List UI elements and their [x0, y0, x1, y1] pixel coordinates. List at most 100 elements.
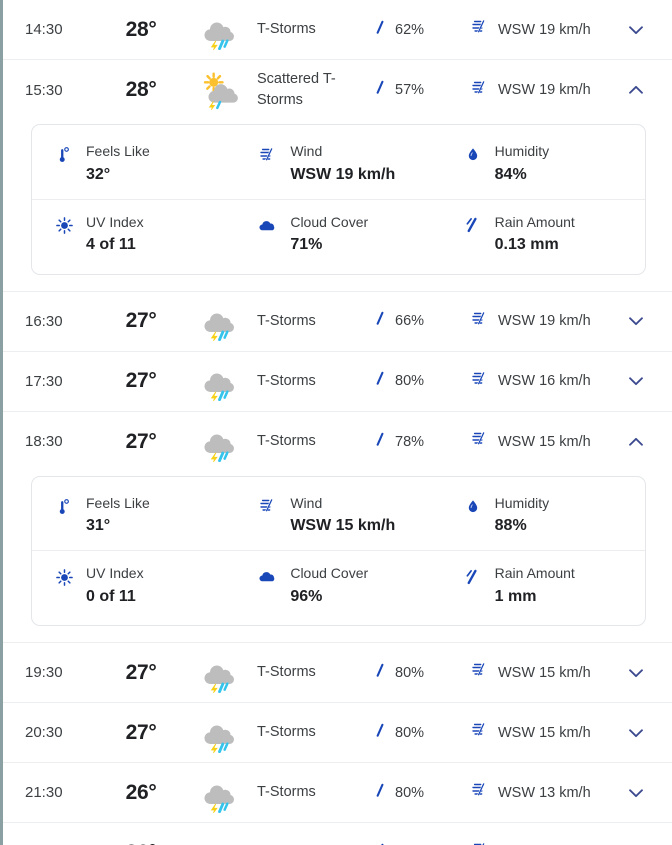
hour-precipitation: 80% [359, 782, 461, 804]
wind-icon [471, 721, 490, 744]
hour-temperature: 28° [125, 17, 157, 41]
tstorms-icon [187, 773, 249, 813]
chevron-down-icon[interactable] [612, 722, 660, 744]
wind-icon [471, 430, 490, 453]
precip-value: 80% [395, 784, 425, 801]
wind-icon [471, 310, 490, 333]
chevron-down-icon[interactable] [612, 782, 660, 804]
detail-rain_amount: Rain Amount 0.13 mm [441, 200, 645, 270]
detail-label: Cloud Cover [290, 565, 369, 582]
hour-wind: WSW 15 km/h [461, 430, 612, 453]
precip-value: 78% [395, 433, 425, 450]
tstorms-icon [187, 833, 249, 845]
tstorms-icon [187, 10, 249, 50]
forecast-hour-row[interactable]: 22:3026°T-Storms85%SW 14 km/h [3, 823, 672, 845]
wind-value: WSW 15 km/h [498, 724, 591, 741]
detail-wind: Wind WSW 15 km/h [236, 481, 440, 551]
chevron-up-icon[interactable] [612, 79, 660, 101]
chevron-down-icon[interactable] [612, 662, 660, 684]
rain-amount-icon [463, 567, 483, 587]
wind-value: WSW 19 km/h [498, 82, 591, 98]
hour-condition: T-Storms [257, 20, 316, 37]
wind-value: WSW 15 km/h [498, 664, 591, 681]
hour-time: 15:30 [25, 81, 63, 99]
cloud-cover-icon [258, 567, 278, 587]
forecast-hour-row[interactable]: 14:30 28° T-Storms 62% WSW 19 km/h [3, 0, 672, 60]
forecast-hour-row[interactable]: 20:30 27° T-Storms 80% WSW 15 km/h [3, 703, 672, 764]
forecast-hour-row[interactable]: 18:30 27° T-Storms 78% WSW 15 km/h [3, 411, 672, 472]
cloud-cover-icon [258, 216, 278, 236]
detail-label: Wind [290, 143, 323, 159]
detail-value: 84% [494, 165, 527, 183]
wind-icon [471, 841, 490, 845]
forecast-hour-row[interactable]: 19:30 27° T-Storms 80% WSW 15 km/h [3, 643, 672, 704]
precip-drop-icon [373, 782, 389, 804]
hour-time: 21:30 [25, 784, 63, 802]
detail-cloud_cover: Cloud Cover 71% [236, 200, 440, 270]
detail-value: 88% [494, 517, 527, 535]
chevron-down-icon[interactable] [612, 310, 660, 332]
chevron-down-icon[interactable] [612, 19, 660, 41]
hour-wind: WSW 15 km/h [461, 661, 612, 684]
wind-icon [258, 497, 278, 517]
detail-value: WSW 15 km/h [290, 517, 396, 535]
wind-value: WSW 19 km/h [498, 313, 591, 330]
detail-rain_amount: Rain Amount 1 mm [441, 551, 645, 621]
hour-wind: WSW 19 km/h [461, 310, 612, 333]
detail-value: 96% [290, 587, 323, 605]
hour-temperature: 26° [125, 780, 157, 804]
chevron-up-icon[interactable] [612, 431, 660, 453]
forecast-hour-row[interactable]: 17:30 27° T-Storms 80% WSW 16 km/h [3, 351, 672, 412]
hour-temperature: 27° [125, 720, 157, 744]
hour-time: 16:30 [25, 312, 63, 330]
thermometer-icon [54, 497, 74, 517]
hour-temperature: 26° [95, 841, 187, 845]
hour-wind: WSW 16 km/h [461, 370, 612, 393]
hour-precipitation: 85% [359, 842, 461, 845]
hour-temperature: 27° [125, 429, 157, 453]
hour-time: 19:30 [25, 664, 63, 682]
detail-card: Feels Like 32° Wind WSW 19 km/h Humidity 84% U… [31, 124, 646, 275]
wind-icon [471, 781, 490, 804]
tstorms-icon [187, 422, 249, 462]
detail-row-bottom: UV Index 0 of 11 Cloud Cover 96% Rain Amount… [32, 551, 645, 621]
hour-temperature: 27° [125, 660, 157, 684]
hour-time: 20:30 [25, 724, 63, 742]
uv-sun-icon [54, 216, 74, 236]
detail-feels_like: Feels Like 32° [32, 129, 236, 199]
hour-time: 18:30 [25, 433, 63, 451]
hour-precipitation: 80% [359, 662, 461, 684]
tstorms-icon [187, 713, 249, 753]
rain-amount-icon [463, 216, 483, 236]
detail-value: 32° [86, 165, 111, 183]
precip-value: 57% [395, 82, 425, 98]
hour-precipitation: 78% [359, 431, 461, 453]
forecast-hour-row[interactable]: 16:30 27° T-Storms 66% WSW 19 km/h [3, 291, 672, 352]
hour-condition: T-Storms [257, 784, 316, 801]
wind-icon [471, 370, 490, 393]
forecast-hour-row[interactable]: 21:30 26° T-Storms 80% WSW 13 km/h [3, 763, 672, 824]
precip-drop-icon [373, 370, 389, 392]
detail-card: Feels Like 31° Wind WSW 15 km/h Humidity 88% U… [31, 475, 646, 627]
hour-wind: WSW 13 km/h [461, 781, 612, 804]
detail-cloud_cover: Cloud Cover 96% [236, 551, 440, 621]
chevron-down-icon[interactable] [612, 842, 660, 845]
forecast-hour-row[interactable]: 15:30 28° Scattered T-Storms 57% WSW 19 km/h [3, 60, 672, 120]
hour-condition: Scattered T-Storms [257, 70, 336, 108]
precip-drop-icon [373, 310, 389, 332]
detail-label: Humidity [494, 143, 550, 159]
thermometer-icon [54, 145, 74, 165]
wind-icon [258, 145, 278, 165]
detail-label: Feels Like [86, 143, 150, 159]
detail-row-top: Feels Like 32° Wind WSW 19 km/h Humidity 84% [32, 129, 645, 200]
scattered-tstorms-icon [187, 70, 249, 110]
detail-humidity: Humidity 84% [441, 129, 645, 199]
detail-feels_like: Feels Like 31° [32, 481, 236, 551]
hour-condition: T-Storms [257, 724, 316, 741]
hour-temperature: 28° [125, 78, 157, 101]
hour-wind: WSW 19 km/h [461, 79, 612, 102]
detail-value: 1 mm [494, 587, 537, 605]
detail-value: 71% [290, 236, 323, 254]
detail-value: 0.13 mm [494, 236, 559, 254]
chevron-down-icon[interactable] [612, 370, 660, 392]
